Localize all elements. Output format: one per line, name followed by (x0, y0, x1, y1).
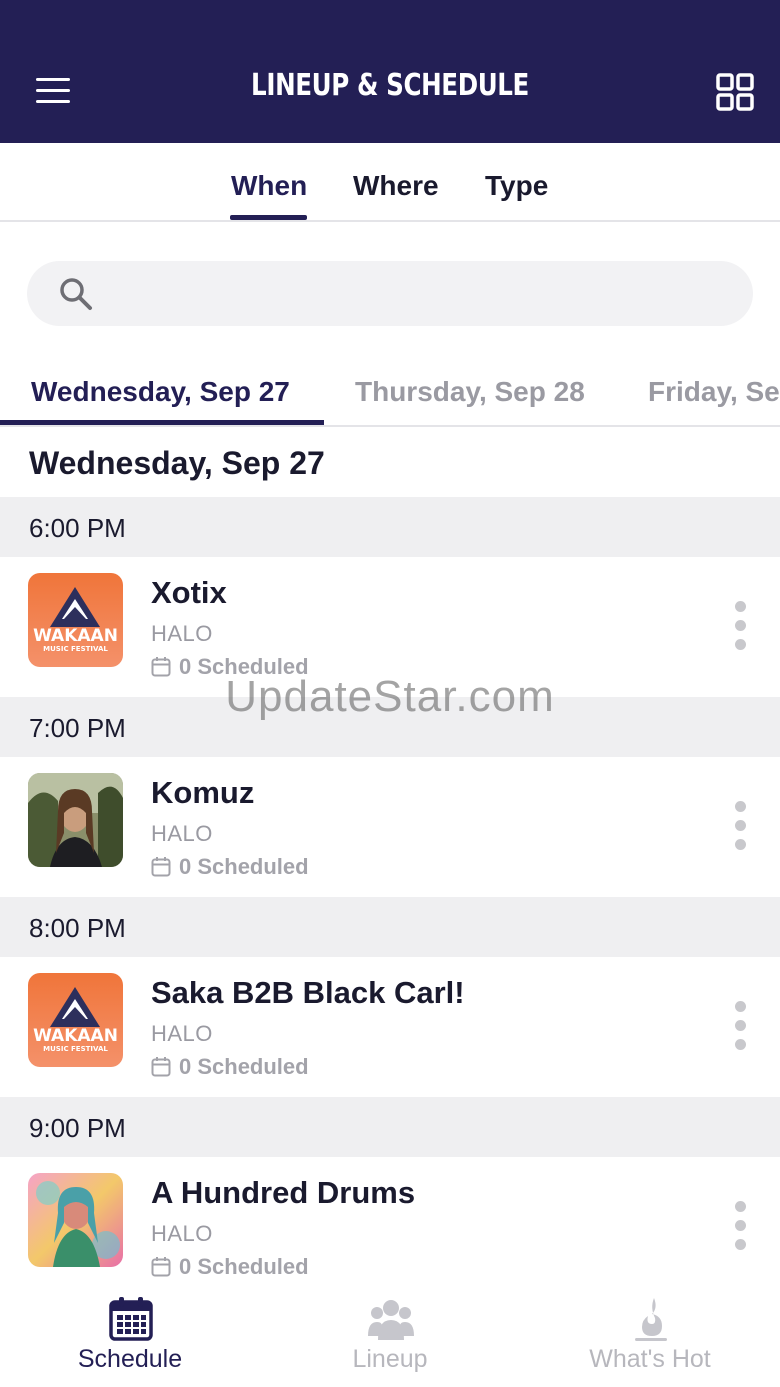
event-venue: HALO (151, 621, 213, 646)
more-options-icon[interactable] (730, 601, 750, 653)
wakaan-logo-thumbnail: WAKAAN MUSIC FESTIVAL (28, 573, 123, 667)
tab-day-wednesday[interactable]: Wednesday, Sep 27 (31, 376, 290, 408)
event-name: Komuz (151, 775, 255, 810)
nav-lineup[interactable]: Lineup (260, 1282, 520, 1387)
event-venue: HALO (151, 1221, 213, 1246)
tab-day-thursday[interactable]: Thursday, Sep 28 (355, 376, 585, 408)
time-slot-header: 6:00 PM (0, 497, 780, 557)
top-app-bar: LINEUP & SCHEDULE (0, 0, 780, 143)
wakaan-logo-thumbnail: WAKAAN MUSIC FESTIVAL (28, 973, 123, 1067)
page-title: LINEUP & SCHEDULE (251, 68, 529, 103)
nav-label: Lineup (352, 1345, 428, 1373)
event-row[interactable]: Komuz HALO 0 Scheduled (0, 757, 780, 896)
time-slot-header: 9:00 PM (0, 1097, 780, 1157)
scheduled-count: 0 Scheduled (151, 854, 309, 880)
scheduled-count-text: 0 Scheduled (179, 854, 309, 879)
more-options-icon[interactable] (730, 1001, 750, 1053)
scheduled-count: 0 Scheduled (151, 1054, 309, 1080)
flame-icon (635, 1298, 667, 1341)
time-label: 9:00 PM (29, 1113, 126, 1143)
bottom-navigation: Schedule Lineup What's Hot (0, 1282, 780, 1387)
artist-art-thumbnail (28, 1173, 123, 1267)
scheduled-count-text: 0 Scheduled (179, 1254, 309, 1279)
time-label: 6:00 PM (29, 513, 126, 543)
scheduled-count: 0 Scheduled (151, 1254, 309, 1280)
people-icon (368, 1300, 414, 1340)
calendar-icon (109, 1297, 153, 1341)
event-venue: HALO (151, 1021, 213, 1046)
event-venue: HALO (151, 821, 213, 846)
time-slot-header: 8:00 PM (0, 897, 780, 957)
wakaan-logo-text: WAKAAN (33, 626, 118, 646)
scheduled-count-text: 0 Scheduled (179, 1054, 309, 1079)
tab-type[interactable]: Type (485, 170, 548, 202)
filter-tab-bar: When Where Type (0, 143, 780, 222)
active-day-indicator (0, 420, 324, 425)
wakaan-logo-text: WAKAAN (33, 1026, 118, 1046)
tab-when[interactable]: When (231, 170, 307, 202)
event-row[interactable]: A Hundred Drums HALO 0 Scheduled (0, 1157, 780, 1282)
more-options-icon[interactable] (730, 1201, 750, 1253)
search-input[interactable] (27, 261, 753, 326)
nav-label: What's Hot (589, 1345, 711, 1373)
event-name: Xotix (151, 575, 227, 610)
calendar-small-icon (151, 857, 171, 877)
wakaan-logo-subtext: MUSIC FESTIVAL (43, 1045, 108, 1053)
day-tab-bar: Wednesday, Sep 27 Thursday, Sep 28 Frida… (0, 355, 780, 427)
tab-day-friday[interactable]: Friday, Se (648, 376, 780, 408)
calendar-small-icon (151, 1257, 171, 1277)
watermark: UpdateStar.com (225, 672, 555, 721)
search-icon (60, 278, 92, 310)
time-label: 8:00 PM (29, 913, 126, 943)
active-tab-indicator (230, 215, 307, 220)
tab-where[interactable]: Where (353, 170, 439, 202)
artist-photo-thumbnail (28, 773, 123, 867)
event-name: A Hundred Drums (151, 1175, 416, 1210)
nav-whats-hot[interactable]: What's Hot (520, 1282, 780, 1387)
grid-view-icon[interactable] (716, 73, 754, 111)
calendar-small-icon (151, 1057, 171, 1077)
event-row[interactable]: WAKAAN MUSIC FESTIVAL Saka B2B Black Car… (0, 957, 780, 1096)
nav-schedule[interactable]: Schedule (0, 1282, 260, 1387)
more-options-icon[interactable] (730, 801, 750, 853)
event-name: Saka B2B Black Carl! (151, 975, 465, 1010)
hamburger-menu-icon[interactable] (36, 78, 70, 104)
nav-label: Schedule (77, 1345, 183, 1373)
day-heading: Wednesday, Sep 27 (29, 445, 325, 481)
wakaan-logo-subtext: MUSIC FESTIVAL (43, 645, 108, 653)
